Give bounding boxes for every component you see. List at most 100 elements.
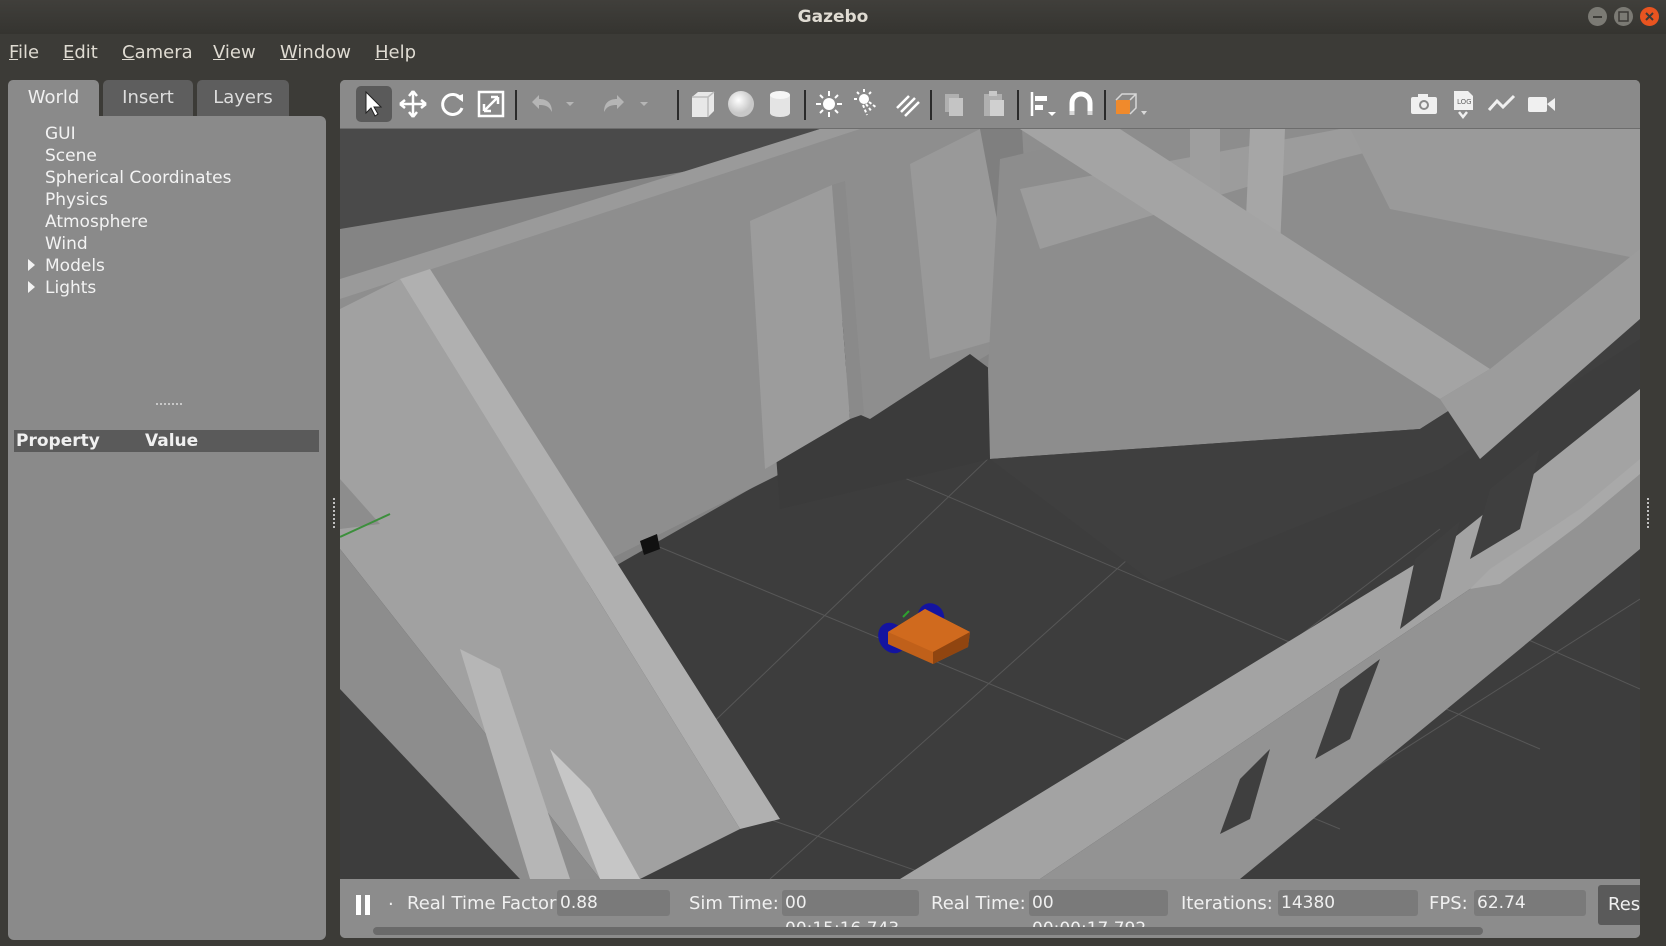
pause-icon xyxy=(356,895,370,915)
screenshot-icon xyxy=(1411,94,1437,114)
insert-cylinder-button[interactable] xyxy=(762,86,798,122)
status-bar: . Real Time Factor: 0.88 Sim Time: 00 00… xyxy=(340,879,1640,938)
toolbar-separator xyxy=(515,90,517,120)
copy-button[interactable] xyxy=(937,86,973,122)
pause-button[interactable] xyxy=(354,893,374,921)
tree-item-models[interactable]: Models xyxy=(45,256,105,276)
maximize-icon xyxy=(1618,11,1629,22)
chevron-down-icon xyxy=(566,102,574,106)
scene-viewport: LOG . Real Time Factor: 0.88 Sim Time: 0… xyxy=(340,80,1640,938)
tree-item-gui[interactable]: GUI xyxy=(45,124,76,144)
tree-item-physics[interactable]: Physics xyxy=(45,190,108,210)
insert-spot-light-button[interactable] xyxy=(850,86,886,122)
fps-value: 62.74 xyxy=(1474,890,1586,916)
menu-camera-mnemonic: C xyxy=(122,42,135,63)
expand-lights-icon[interactable] xyxy=(28,281,35,293)
reset-button[interactable]: Reset xyxy=(1598,885,1640,925)
menu-file[interactable]: File xyxy=(9,42,39,63)
tree-item-atmosphere[interactable]: Atmosphere xyxy=(45,212,148,232)
redo-icon xyxy=(604,95,624,112)
window-title: Gazebo xyxy=(797,7,869,27)
close-button[interactable] xyxy=(1640,7,1659,26)
redo-history-dropdown[interactable] xyxy=(636,86,652,122)
tree-item-wind[interactable]: Wind xyxy=(45,234,88,254)
iterations-label: Iterations: xyxy=(1181,893,1273,914)
menu-file-mnemonic: F xyxy=(9,42,19,63)
menu-help[interactable]: Help xyxy=(375,42,416,63)
left-splitter-grip[interactable] xyxy=(333,498,337,528)
value-column-header: Value xyxy=(145,431,199,451)
tab-world[interactable]: World xyxy=(8,80,99,116)
translate-mode-button[interactable] xyxy=(395,86,431,122)
toolbar-separator xyxy=(930,90,932,120)
menu-view[interactable]: View xyxy=(213,42,256,63)
toolbar-separator xyxy=(1017,90,1019,120)
menu-help-mnemonic: H xyxy=(375,42,389,63)
cylinder-icon xyxy=(770,91,790,117)
real-time-factor-label: Real Time Factor: xyxy=(407,893,563,914)
insert-directional-light-button[interactable] xyxy=(889,86,925,122)
tree-item-scene[interactable]: Scene xyxy=(45,146,97,166)
sim-time-label: Sim Time: xyxy=(689,893,779,914)
redo-button[interactable] xyxy=(597,86,633,122)
insert-sphere-button[interactable] xyxy=(723,86,759,122)
tree-item-spherical-coordinates[interactable]: Spherical Coordinates xyxy=(45,168,231,188)
view-angle-button[interactable] xyxy=(1110,86,1154,122)
world-tree-panel: GUI Scene Spherical Coordinates Physics … xyxy=(8,116,326,940)
menu-window-rest: indow xyxy=(297,42,351,63)
toolbar-separator xyxy=(1104,90,1106,120)
box-icon xyxy=(692,91,715,117)
scene-toolbar: LOG xyxy=(340,80,1640,129)
undo-history-dropdown[interactable] xyxy=(562,86,578,122)
paste-button[interactable] xyxy=(976,86,1012,122)
menu-view-rest: iew xyxy=(224,42,256,63)
rotate-mode-button[interactable] xyxy=(434,86,470,122)
screenshot-button[interactable] xyxy=(1406,86,1442,122)
align-button[interactable] xyxy=(1024,86,1060,122)
log-button[interactable]: LOG xyxy=(1445,86,1481,122)
toolbar-separator xyxy=(804,90,806,120)
tree-item-lights[interactable]: Lights xyxy=(45,278,96,298)
horizontal-scrollbar[interactable] xyxy=(373,927,1483,935)
menu-window[interactable]: Window xyxy=(280,42,351,63)
window-titlebar: Gazebo xyxy=(0,0,1666,34)
undo-button[interactable] xyxy=(523,86,559,122)
step-button[interactable]: . xyxy=(388,889,394,910)
menu-file-rest: ile xyxy=(18,42,40,63)
minimize-icon xyxy=(1593,16,1602,18)
spot-light-icon xyxy=(854,89,878,116)
snap-icon xyxy=(1069,91,1093,115)
minimize-button[interactable] xyxy=(1588,7,1607,26)
scale-mode-button[interactable] xyxy=(473,86,509,122)
sphere-icon xyxy=(728,91,754,117)
tab-layers[interactable]: Layers xyxy=(197,80,289,116)
menu-view-mnemonic: V xyxy=(213,42,225,63)
plot-icon xyxy=(1487,94,1516,111)
select-mode-button[interactable] xyxy=(356,86,392,122)
expand-models-icon[interactable] xyxy=(28,259,35,271)
menu-camera[interactable]: Camera xyxy=(122,42,193,63)
record-video-icon xyxy=(1528,97,1555,112)
point-light-icon xyxy=(816,91,842,117)
right-splitter-grip[interactable] xyxy=(1647,498,1651,528)
align-icon xyxy=(1030,92,1056,116)
iterations-value: 14380 xyxy=(1278,890,1418,916)
sim-time-value: 00 00:15:16.743 xyxy=(782,890,919,938)
copy-icon xyxy=(945,94,963,116)
3d-scene-render[interactable] xyxy=(340,129,1640,879)
plot-button[interactable] xyxy=(1484,86,1520,122)
chevron-down-icon xyxy=(640,102,648,106)
property-column-header: Property xyxy=(16,431,100,451)
panel-splitter-handle[interactable] xyxy=(156,403,182,408)
real-time-label: Real Time: xyxy=(931,893,1026,914)
snap-button[interactable] xyxy=(1063,86,1099,122)
menu-edit[interactable]: Edit xyxy=(63,42,98,63)
insert-point-light-button[interactable] xyxy=(811,86,847,122)
insert-box-button[interactable] xyxy=(684,86,720,122)
property-table-header: Property Value xyxy=(14,430,319,452)
maximize-button[interactable] xyxy=(1614,7,1633,26)
select-icon xyxy=(365,90,383,117)
tab-insert[interactable]: Insert xyxy=(103,80,193,116)
menu-window-mnemonic: W xyxy=(280,42,298,63)
record-video-button[interactable] xyxy=(1523,86,1559,122)
